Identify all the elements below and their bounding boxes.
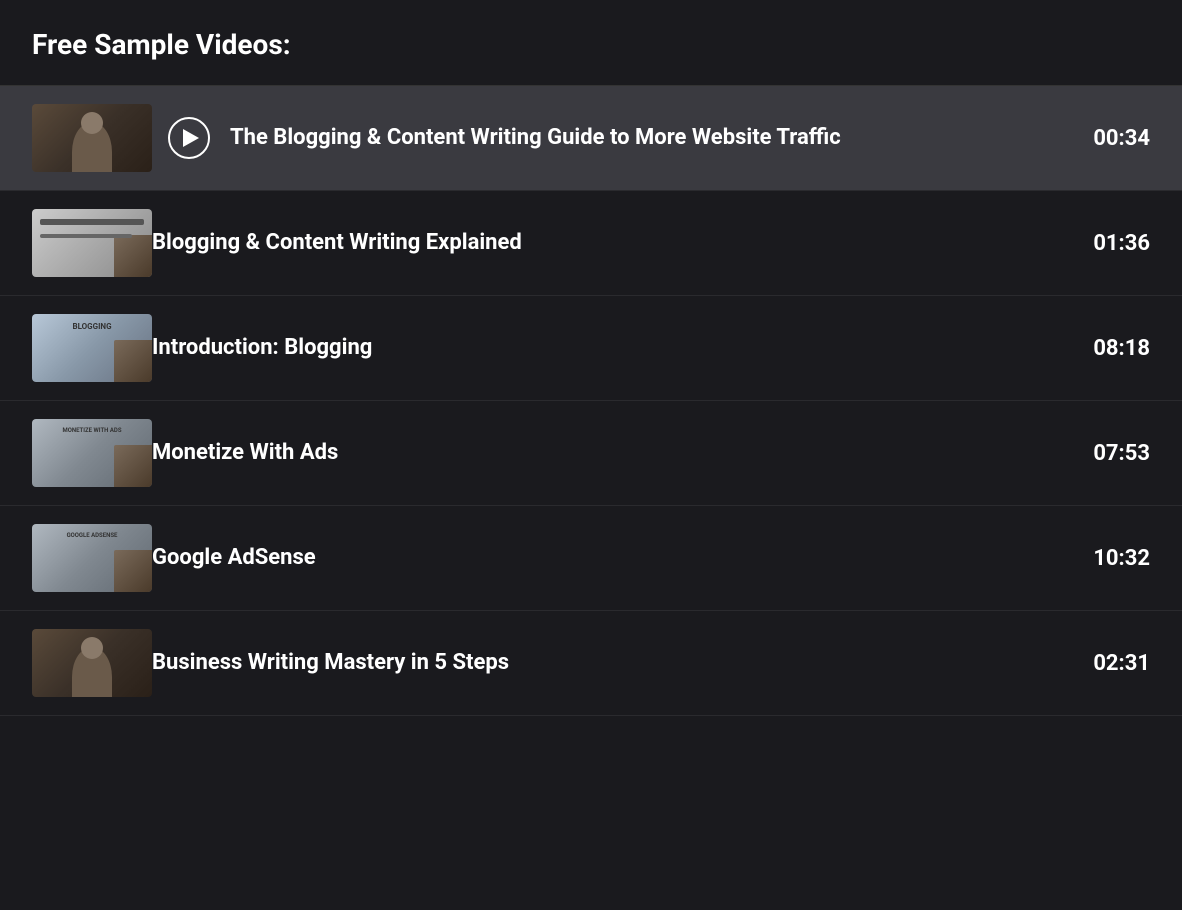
play-button[interactable]: [168, 117, 210, 159]
video-duration: 08:18: [1093, 336, 1150, 361]
video-info: The Blogging & Content Writing Guide to …: [230, 124, 1073, 153]
video-duration: 00:34: [1093, 126, 1150, 151]
video-title: Google AdSense: [152, 545, 316, 570]
video-thumbnail: [32, 314, 152, 382]
video-duration: 02:31: [1093, 651, 1150, 676]
video-info: Introduction: Blogging: [152, 334, 1073, 363]
video-title: Business Writing Mastery in 5 Steps: [152, 650, 509, 675]
video-duration: 07:53: [1093, 441, 1150, 466]
video-title: The Blogging & Content Writing Guide to …: [230, 125, 841, 150]
video-thumbnail: [32, 524, 152, 592]
video-thumbnail: [32, 104, 152, 172]
video-info: Blogging & Content Writing Explained: [152, 229, 1073, 258]
video-thumbnail: [32, 419, 152, 487]
video-item[interactable]: Blogging & Content Writing Explained 01:3…: [0, 191, 1182, 296]
video-duration: 01:36: [1093, 231, 1150, 256]
video-info: Monetize With Ads: [152, 439, 1073, 468]
video-item[interactable]: Introduction: Blogging 08:18: [0, 296, 1182, 401]
video-item[interactable]: Monetize With Ads 07:53: [0, 401, 1182, 506]
video-duration: 10:32: [1093, 546, 1150, 571]
video-info: Google AdSense: [152, 544, 1073, 573]
video-item[interactable]: The Blogging & Content Writing Guide to …: [0, 86, 1182, 191]
video-item[interactable]: Google AdSense 10:32: [0, 506, 1182, 611]
video-thumbnail: [32, 209, 152, 277]
page-title: Free Sample Videos:: [32, 28, 1150, 61]
video-info: Business Writing Mastery in 5 Steps: [152, 649, 1073, 678]
video-item[interactable]: Business Writing Mastery in 5 Steps 02:31: [0, 611, 1182, 716]
video-list: The Blogging & Content Writing Guide to …: [0, 86, 1182, 716]
page-header: Free Sample Videos:: [0, 0, 1182, 86]
video-title: Monetize With Ads: [152, 440, 338, 465]
video-title: Blogging & Content Writing Explained: [152, 230, 522, 255]
video-thumbnail: [32, 629, 152, 697]
video-title: Introduction: Blogging: [152, 335, 372, 360]
